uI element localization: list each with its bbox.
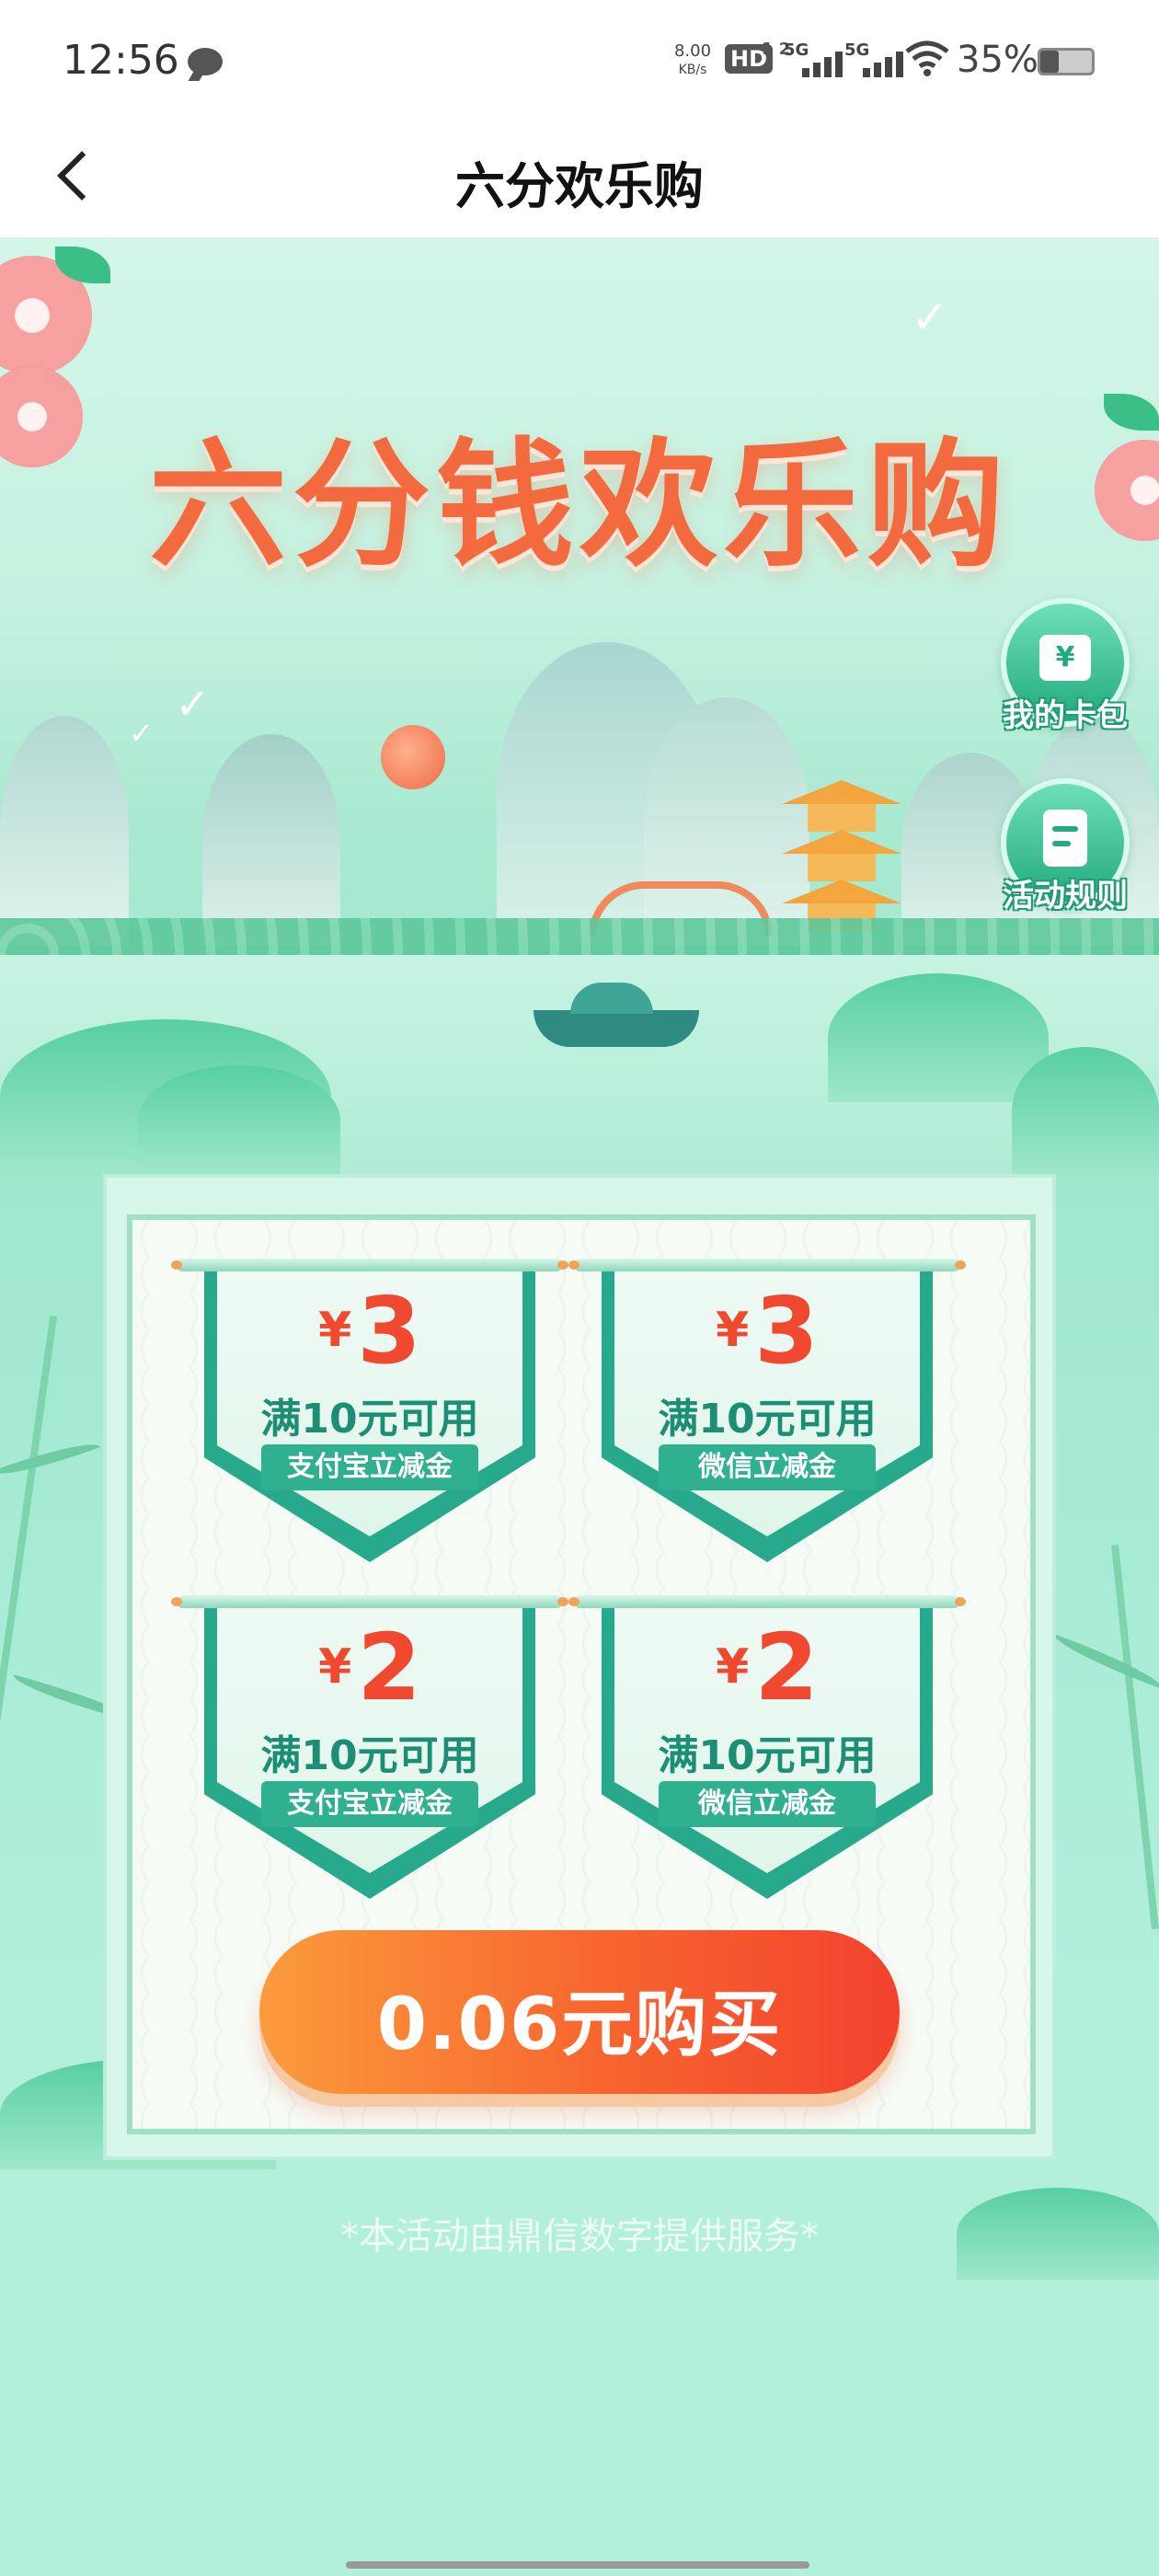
coupon-amount: ¥3 [602,1277,933,1385]
coupon-amount: ¥2 [602,1614,933,1721]
coupon-card[interactable]: ¥3 满10元可用 支付宝立减金 [171,1259,568,1562]
coupon-type-tag: 支付宝立减金 [261,1781,478,1827]
coupon-type-tag: 微信立减金 [659,1444,876,1490]
home-indicator[interactable] [346,2561,809,2569]
coupon-type-tag: 微信立减金 [659,1781,876,1827]
boat-illustration [534,983,699,1047]
hill-illustration [828,973,1049,1102]
bamboo-decoration [1111,1544,1159,1930]
chat-notification-icon [188,48,223,75]
hero-headline: 六分钱欢乐购 [148,426,1010,586]
sun-illustration [381,725,445,789]
signal-sim1-icon: 5G [784,40,844,77]
coupon-type-tag: 支付宝立减金 [261,1444,478,1490]
coupon-scroll-rod [568,1259,966,1271]
coupon-condition: 满10元可用 [658,1732,877,1779]
coupon-value: 2 [357,1614,421,1721]
my-wallet-button[interactable]: ¥ 我的卡包 [1001,598,1130,734]
coupon-card[interactable]: ¥2 满10元可用 微信立减金 [568,1595,966,1899]
status-time: 12:56 [63,37,179,84]
wallet-button-label: 我的卡包 [1003,697,1128,734]
coupon-condition: 满10元可用 [260,1396,479,1443]
coupon-card[interactable]: ¥2 满10元可用 支付宝立减金 [171,1595,568,1899]
coupon-scroll-rod [568,1595,966,1608]
bird-decoration: ✓ [175,679,211,729]
sim2-network-label: 5G [844,40,870,60]
wifi-icon [905,40,949,86]
coupon-value: 3 [357,1277,421,1385]
mountain-illustration [202,734,340,946]
provider-footnote: *本活动由鼎信数字提供服务* [340,2215,819,2258]
status-bar: 12:56 8.00 KB/s HD 1 2 5G 5G 35% [0,0,1159,120]
coupon-scroll-rod [171,1259,568,1271]
battery-fill [1040,51,1059,73]
coupon-value: 2 [754,1614,819,1721]
coupon-currency: ¥ [318,1303,352,1358]
activity-rules-button[interactable]: 活动规则 [1001,778,1130,914]
signal-sim2-icon: 5G [844,40,905,77]
bamboo-leaf-decoration [1050,1634,1159,1689]
coupon-card[interactable]: ¥3 满10元可用 微信立减金 [568,1259,966,1562]
sim1-network-label: 5G [784,40,809,60]
buy-button-label: 0.06元购买 [376,1984,783,2066]
pavilion-illustration [782,780,901,931]
hill-illustration [138,1065,340,1176]
coupon-value: 3 [754,1277,819,1385]
bird-decoration: ✓ [129,716,154,751]
coupon-currency: ¥ [716,1303,750,1358]
coupon-amount: ¥3 [204,1277,535,1385]
page-title: 六分欢乐购 [455,157,704,215]
network-speed-value: 8.00 [673,41,712,61]
coupon-condition: 满10元可用 [260,1732,479,1779]
coupon-condition: 满10元可用 [658,1396,877,1443]
coupon-scroll-rod [171,1595,568,1608]
hill-illustration [1012,1047,1159,1176]
battery-icon [1038,48,1095,75]
wallet-card-icon: ¥ [1039,635,1091,681]
title-bar: 六分欢乐购 [0,120,1159,237]
bamboo-decoration [0,1315,58,1791]
rules-button-label: 活动规则 [1003,878,1128,914]
coupon-currency: ¥ [318,1639,352,1695]
document-icon [1043,810,1087,867]
mountain-illustration [0,716,129,946]
network-speed: 8.00 KB/s [670,42,716,79]
network-speed-unit: KB/s [678,63,707,77]
bird-decoration: ✓ [911,291,949,344]
coupon-amount: ¥2 [204,1614,535,1721]
buy-button[interactable]: 0.06元购买 [259,1930,900,2094]
battery-percent: 35% [957,39,1039,81]
coupon-currency: ¥ [716,1639,750,1695]
bamboo-leaf-decoration [0,1432,101,1486]
